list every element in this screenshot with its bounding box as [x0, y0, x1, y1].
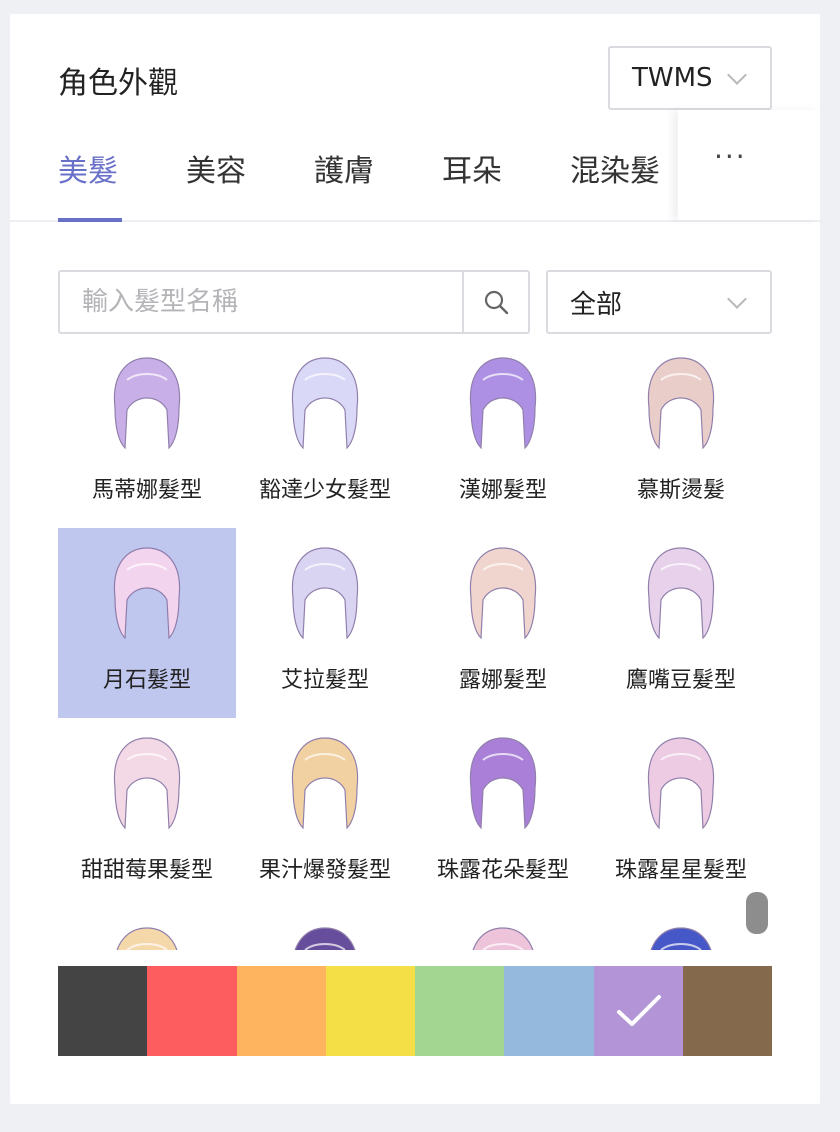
hairstyle-thumbnail-icon — [291, 737, 359, 830]
hairstyle-item[interactable]: 月石髮型 — [58, 528, 236, 718]
hairstyle-thumbnail-icon — [116, 927, 178, 950]
grid-scrollbar[interactable] — [746, 892, 768, 934]
more-tabs-button[interactable]: ··· — [714, 140, 747, 173]
hairstyle-thumbnail-icon — [647, 547, 715, 640]
hairstyle-thumbnail-icon — [647, 737, 715, 830]
hairstyle-name: 漢娜髮型 — [458, 478, 547, 503]
hairstyle-thumbnail-icon — [113, 547, 181, 640]
color-swatch-green[interactable] — [415, 966, 505, 1056]
color-swatch-red[interactable] — [147, 966, 237, 1056]
hairstyle-thumbnail-icon — [113, 357, 181, 450]
hairstyle-name: 甜甜莓果髮型 — [80, 858, 213, 883]
hairstyle-item[interactable]: 豁達少女髮型 — [236, 340, 414, 528]
hairstyle-item[interactable]: 珠露花朵髮型 — [414, 718, 592, 908]
hairstyle-thumbnail-icon — [469, 547, 537, 640]
tab-mixed-dye[interactable]: 混染髮 — [570, 146, 660, 190]
color-swatch-blue[interactable] — [504, 966, 594, 1056]
tab-skin[interactable]: 護膚 — [314, 146, 374, 190]
search-input[interactable] — [60, 272, 462, 332]
hairstyle-thumbnail-icon — [294, 927, 356, 950]
hairstyle-item[interactable]: 果汁爆發髮型 — [236, 718, 414, 908]
hairstyle-thumbnail-icon — [113, 737, 181, 830]
tab-overflow-area — [678, 110, 820, 220]
color-swatch-yellow[interactable] — [325, 966, 415, 1056]
hairstyle-item[interactable]: 甜甜莓果髮型 — [58, 718, 236, 908]
hairstyle-name: 珠露星星髮型 — [614, 858, 747, 883]
hairstyle-thumbnail-icon — [472, 927, 534, 950]
hairstyle-thumbnail-icon — [291, 357, 359, 450]
hairstyle-name: 慕斯燙髮 — [636, 478, 725, 503]
hairstyle-thumbnail-icon — [647, 357, 715, 450]
hairstyle-thumbnail-icon — [469, 737, 537, 830]
hairstyle-item[interactable]: 漢娜髮型 — [414, 340, 592, 528]
hairstyle-search — [58, 270, 530, 334]
region-dropdown[interactable]: TWMS — [608, 46, 772, 110]
hairstyle-item[interactable]: 艾拉髮型 — [236, 528, 414, 718]
chevron-down-icon — [727, 65, 747, 85]
color-swatch-black[interactable] — [58, 966, 148, 1056]
hairstyle-item[interactable]: 慕斯燙髮 — [592, 340, 770, 528]
panel-title: 角色外觀 — [58, 66, 178, 101]
hairstyle-item[interactable]: 露娜髮型 — [414, 528, 592, 718]
hairstyle-item[interactable]: 鷹嘴豆髮型 — [592, 528, 770, 718]
region-value: TWMS — [632, 63, 713, 93]
color-swatch-purple[interactable] — [593, 966, 683, 1056]
hairstyle-item[interactable] — [58, 908, 236, 950]
tab-hair[interactable]: 美髮 — [58, 146, 118, 190]
chevron-down-icon — [727, 289, 747, 309]
tab-ears[interactable]: 耳朵 — [442, 146, 502, 190]
hairstyle-name: 鷹嘴豆髮型 — [625, 668, 736, 693]
search-button[interactable] — [462, 272, 528, 332]
filter-value: 全部 — [570, 289, 623, 320]
hairstyle-name: 果汁爆發髮型 — [258, 858, 391, 883]
hair-color-palette — [58, 966, 772, 1056]
search-icon — [484, 290, 509, 315]
hairstyle-thumbnail-icon — [650, 927, 712, 950]
hairstyle-name: 露娜髮型 — [458, 668, 547, 693]
tab-face[interactable]: 美容 — [186, 146, 246, 190]
hairstyle-item[interactable] — [236, 908, 414, 950]
checkmark-icon — [616, 995, 661, 1026]
hairstyle-item[interactable] — [414, 908, 592, 950]
hairstyle-filter-dropdown[interactable]: 全部 — [546, 270, 772, 334]
hairstyle-thumbnail-icon — [469, 357, 537, 450]
hairstyle-name: 馬蒂娜髮型 — [91, 478, 202, 503]
color-swatch-brown[interactable] — [682, 966, 772, 1056]
hairstyle-grid: 馬蒂娜髮型 豁達少女髮型 漢娜髮型 慕斯燙髮月石髮型 艾拉髮型 露娜髮型 鷹嘴豆髮型甜甜莓果… — [58, 340, 772, 950]
active-tab-indicator — [58, 218, 122, 222]
hairstyle-name: 月石髮型 — [102, 668, 191, 693]
hairstyle-name: 艾拉髮型 — [280, 668, 369, 693]
hairstyle-item[interactable]: 馬蒂娜髮型 — [58, 340, 236, 528]
hairstyle-item[interactable]: 珠露星星髮型 — [592, 718, 770, 908]
category-tabs: 美髮 美容 護膚 耳朵 混染髮 ··· — [10, 110, 820, 222]
character-appearance-panel: 角色外觀 TWMS 美髮 美容 護膚 耳朵 混染髮 ··· 全部 馬蒂娜髮型 豁達… — [10, 14, 820, 1104]
hairstyle-name: 豁達少女髮型 — [258, 478, 391, 503]
hairstyle-name: 珠露花朵髮型 — [436, 858, 569, 883]
hairstyle-thumbnail-icon — [291, 547, 359, 640]
hairstyle-item[interactable] — [592, 908, 770, 950]
color-swatch-orange[interactable] — [236, 966, 326, 1056]
